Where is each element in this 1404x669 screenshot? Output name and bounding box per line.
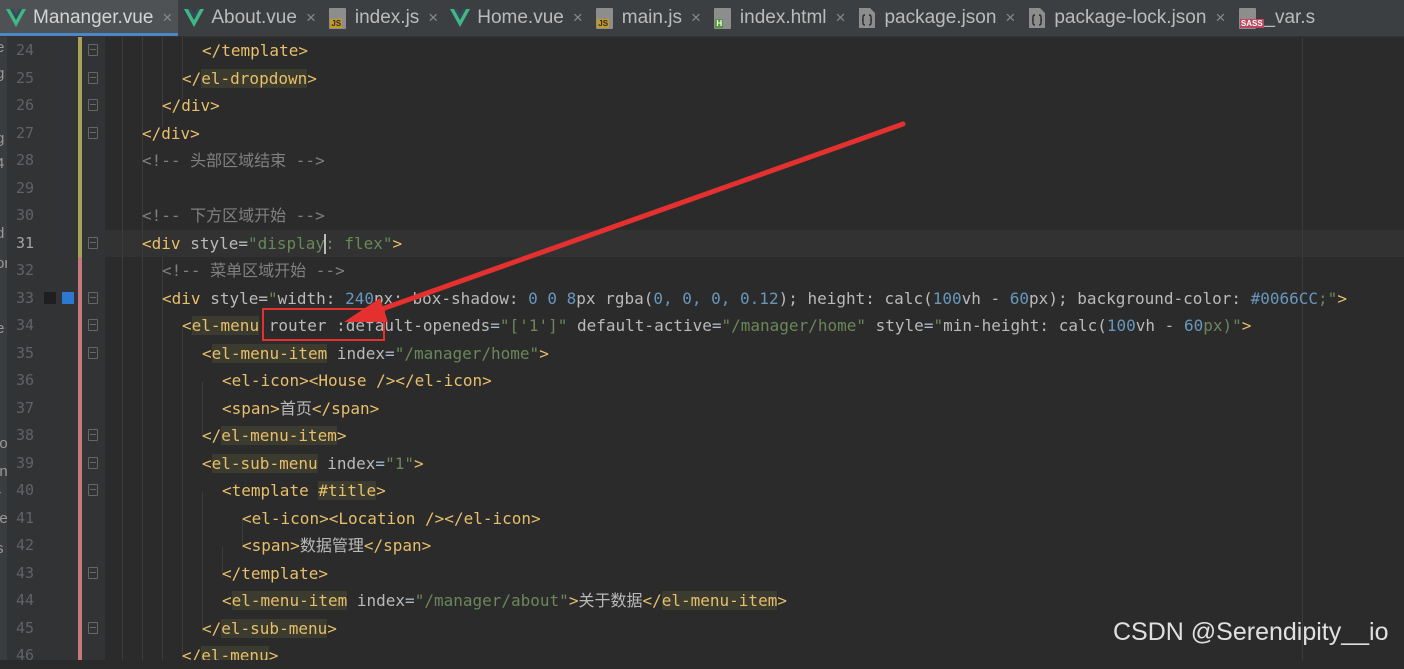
annotation-arrow-icon	[0, 0, 1404, 660]
watermark: CSDN @Serendipity__io	[1113, 618, 1389, 647]
